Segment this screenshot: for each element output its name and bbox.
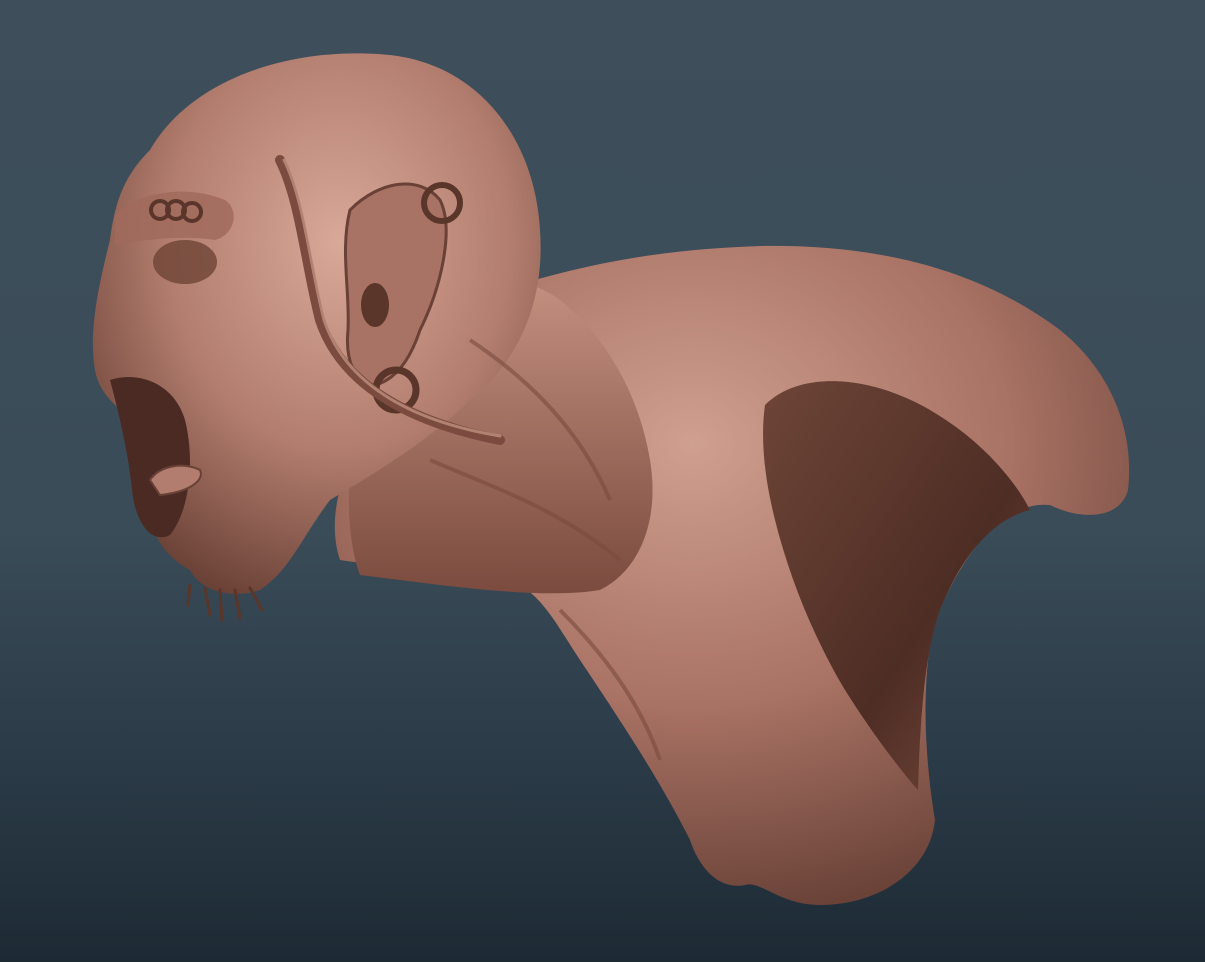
sculpted-bust — [92, 53, 1130, 905]
ear-canal — [361, 283, 389, 327]
render-viewport — [0, 0, 1205, 962]
eye-socket — [153, 240, 217, 284]
